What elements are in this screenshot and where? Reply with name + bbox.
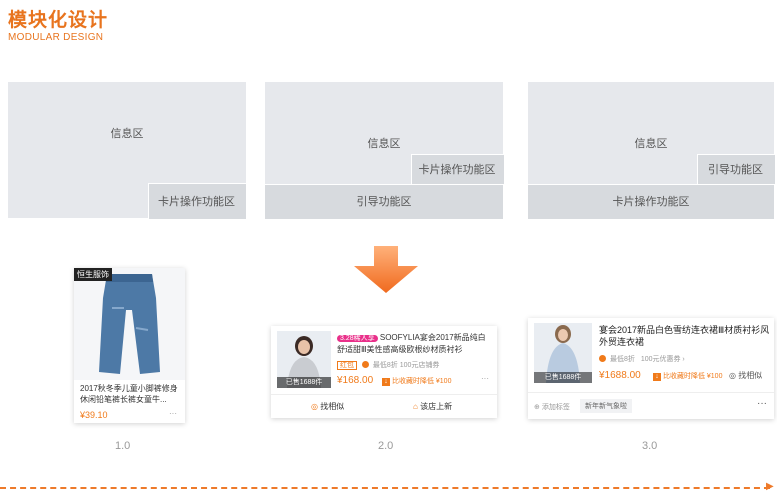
timeline-arrow-icon: ▶ <box>766 481 774 492</box>
find-similar-label: 找相似 <box>320 402 345 411</box>
divider <box>528 392 774 393</box>
product-title[interactable]: 2017秋冬季儿童小脚裤修身休闲铅笔裤长裤女童牛... <box>80 383 180 405</box>
card-ops-zone-label: 卡片操作功能区 <box>418 163 496 176</box>
find-similar-button[interactable]: ◎ 找相似 <box>729 370 762 381</box>
product-card-v3[interactable]: 已售1688件 宴会2017新品白色雪纺连衣裙Ⅲ材质衬衫风外贸连衣裙 最低8折 … <box>528 318 774 419</box>
store-new-label: 该店上新 <box>420 402 453 411</box>
sold-count: 已售1688件 <box>534 372 592 383</box>
coupon-text: 最低8折 <box>609 356 635 363</box>
product-image: 已售1688件 <box>277 331 331 388</box>
add-tag-button[interactable]: ⊕ 添加标签 <box>534 402 570 412</box>
search-icon: ◎ <box>729 371 736 380</box>
price-cut: ↓ 比收藏时降低 ¥100 <box>653 371 722 381</box>
sold-count: 已售1688件 <box>277 377 331 388</box>
plus-icon: ⊕ <box>534 404 540 411</box>
price-cut-text: 比收藏时降低 ¥100 <box>391 378 452 385</box>
version-label-1: 1.0 <box>115 440 131 452</box>
down-icon: ↓ <box>382 378 390 386</box>
product-title[interactable]: 3.28稀人享 SOOFYLIA宴会2017新品纯白舒适甜Ⅲ美性感高级欧根纱材质… <box>337 332 493 355</box>
guide-zone-label: 引导功能区 <box>708 163 763 176</box>
store-icon: ⌂ <box>413 402 418 411</box>
down-icon: ↓ <box>653 373 661 381</box>
product-image <box>74 268 185 380</box>
page-subtitle: MODULAR DESIGN <box>8 32 104 43</box>
tag-chip[interactable]: 新年新气象啦 <box>580 399 632 413</box>
info-zone-label: 信息区 <box>110 128 144 140</box>
more-icon[interactable]: ··· <box>169 409 177 418</box>
version-label-3: 3.0 <box>642 440 658 452</box>
promo-badge: 3.28稀人享 <box>337 335 378 342</box>
product-price: ¥1688.00 <box>599 370 641 381</box>
product-title[interactable]: 宴会2017新品白色雪纺连衣裙Ⅲ材质衬衫风外贸连衣裙 <box>599 324 770 348</box>
product-card-v1[interactable]: 恒生服饰 2017秋冬季儿童小脚裤修身休闲铅笔裤长裤女童牛... ¥39.10 … <box>74 268 185 423</box>
price-cut-text: 比收藏时降低 ¥100 <box>662 373 723 380</box>
coupon-link[interactable]: 100元优惠券 › <box>641 356 685 363</box>
page-title: 模块化设计 <box>8 10 109 31</box>
card-ops-zone-label: 卡片操作功能区 <box>612 196 690 208</box>
more-icon[interactable]: ··· <box>481 374 489 383</box>
coupon-row: 红包 最低8折 100元店铺券 <box>337 360 439 370</box>
add-tag-label: 添加标签 <box>541 404 570 411</box>
divider <box>271 394 497 395</box>
coupon-icon <box>361 361 369 368</box>
coupon-icon <box>599 355 606 362</box>
product-image: 已售1688件 <box>534 323 592 383</box>
find-similar-label: 找相似 <box>738 371 763 380</box>
coupon-text: 最低8折 100元店铺券 <box>372 362 440 369</box>
product-price: ¥168.00 <box>337 375 374 386</box>
more-icon[interactable]: ··· <box>757 398 767 409</box>
brand-badge: 恒生服饰 <box>74 268 112 281</box>
timeline <box>0 487 770 489</box>
down-arrow-icon <box>354 246 418 293</box>
find-similar-button[interactable]: ◎ 找相似 <box>311 401 344 412</box>
search-icon: ◎ <box>311 402 318 411</box>
product-price: ¥39.10 <box>80 410 108 420</box>
redpacket-tag: 红包 <box>337 361 357 370</box>
version-label-2: 2.0 <box>378 440 394 452</box>
guide-zone-label: 引导功能区 <box>356 196 412 208</box>
price-cut: ↓ 比收藏时降低 ¥100 <box>382 376 451 386</box>
card-ops-zone-label: 卡片操作功能区 <box>158 195 235 208</box>
product-card-v2[interactable]: 已售1688件 3.28稀人享 SOOFYLIA宴会2017新品纯白舒适甜Ⅲ美性… <box>271 326 497 418</box>
coupon-row: 最低8折 100元优惠券 › <box>599 354 685 364</box>
store-new-button[interactable]: ⌂ 该店上新 <box>413 401 452 412</box>
